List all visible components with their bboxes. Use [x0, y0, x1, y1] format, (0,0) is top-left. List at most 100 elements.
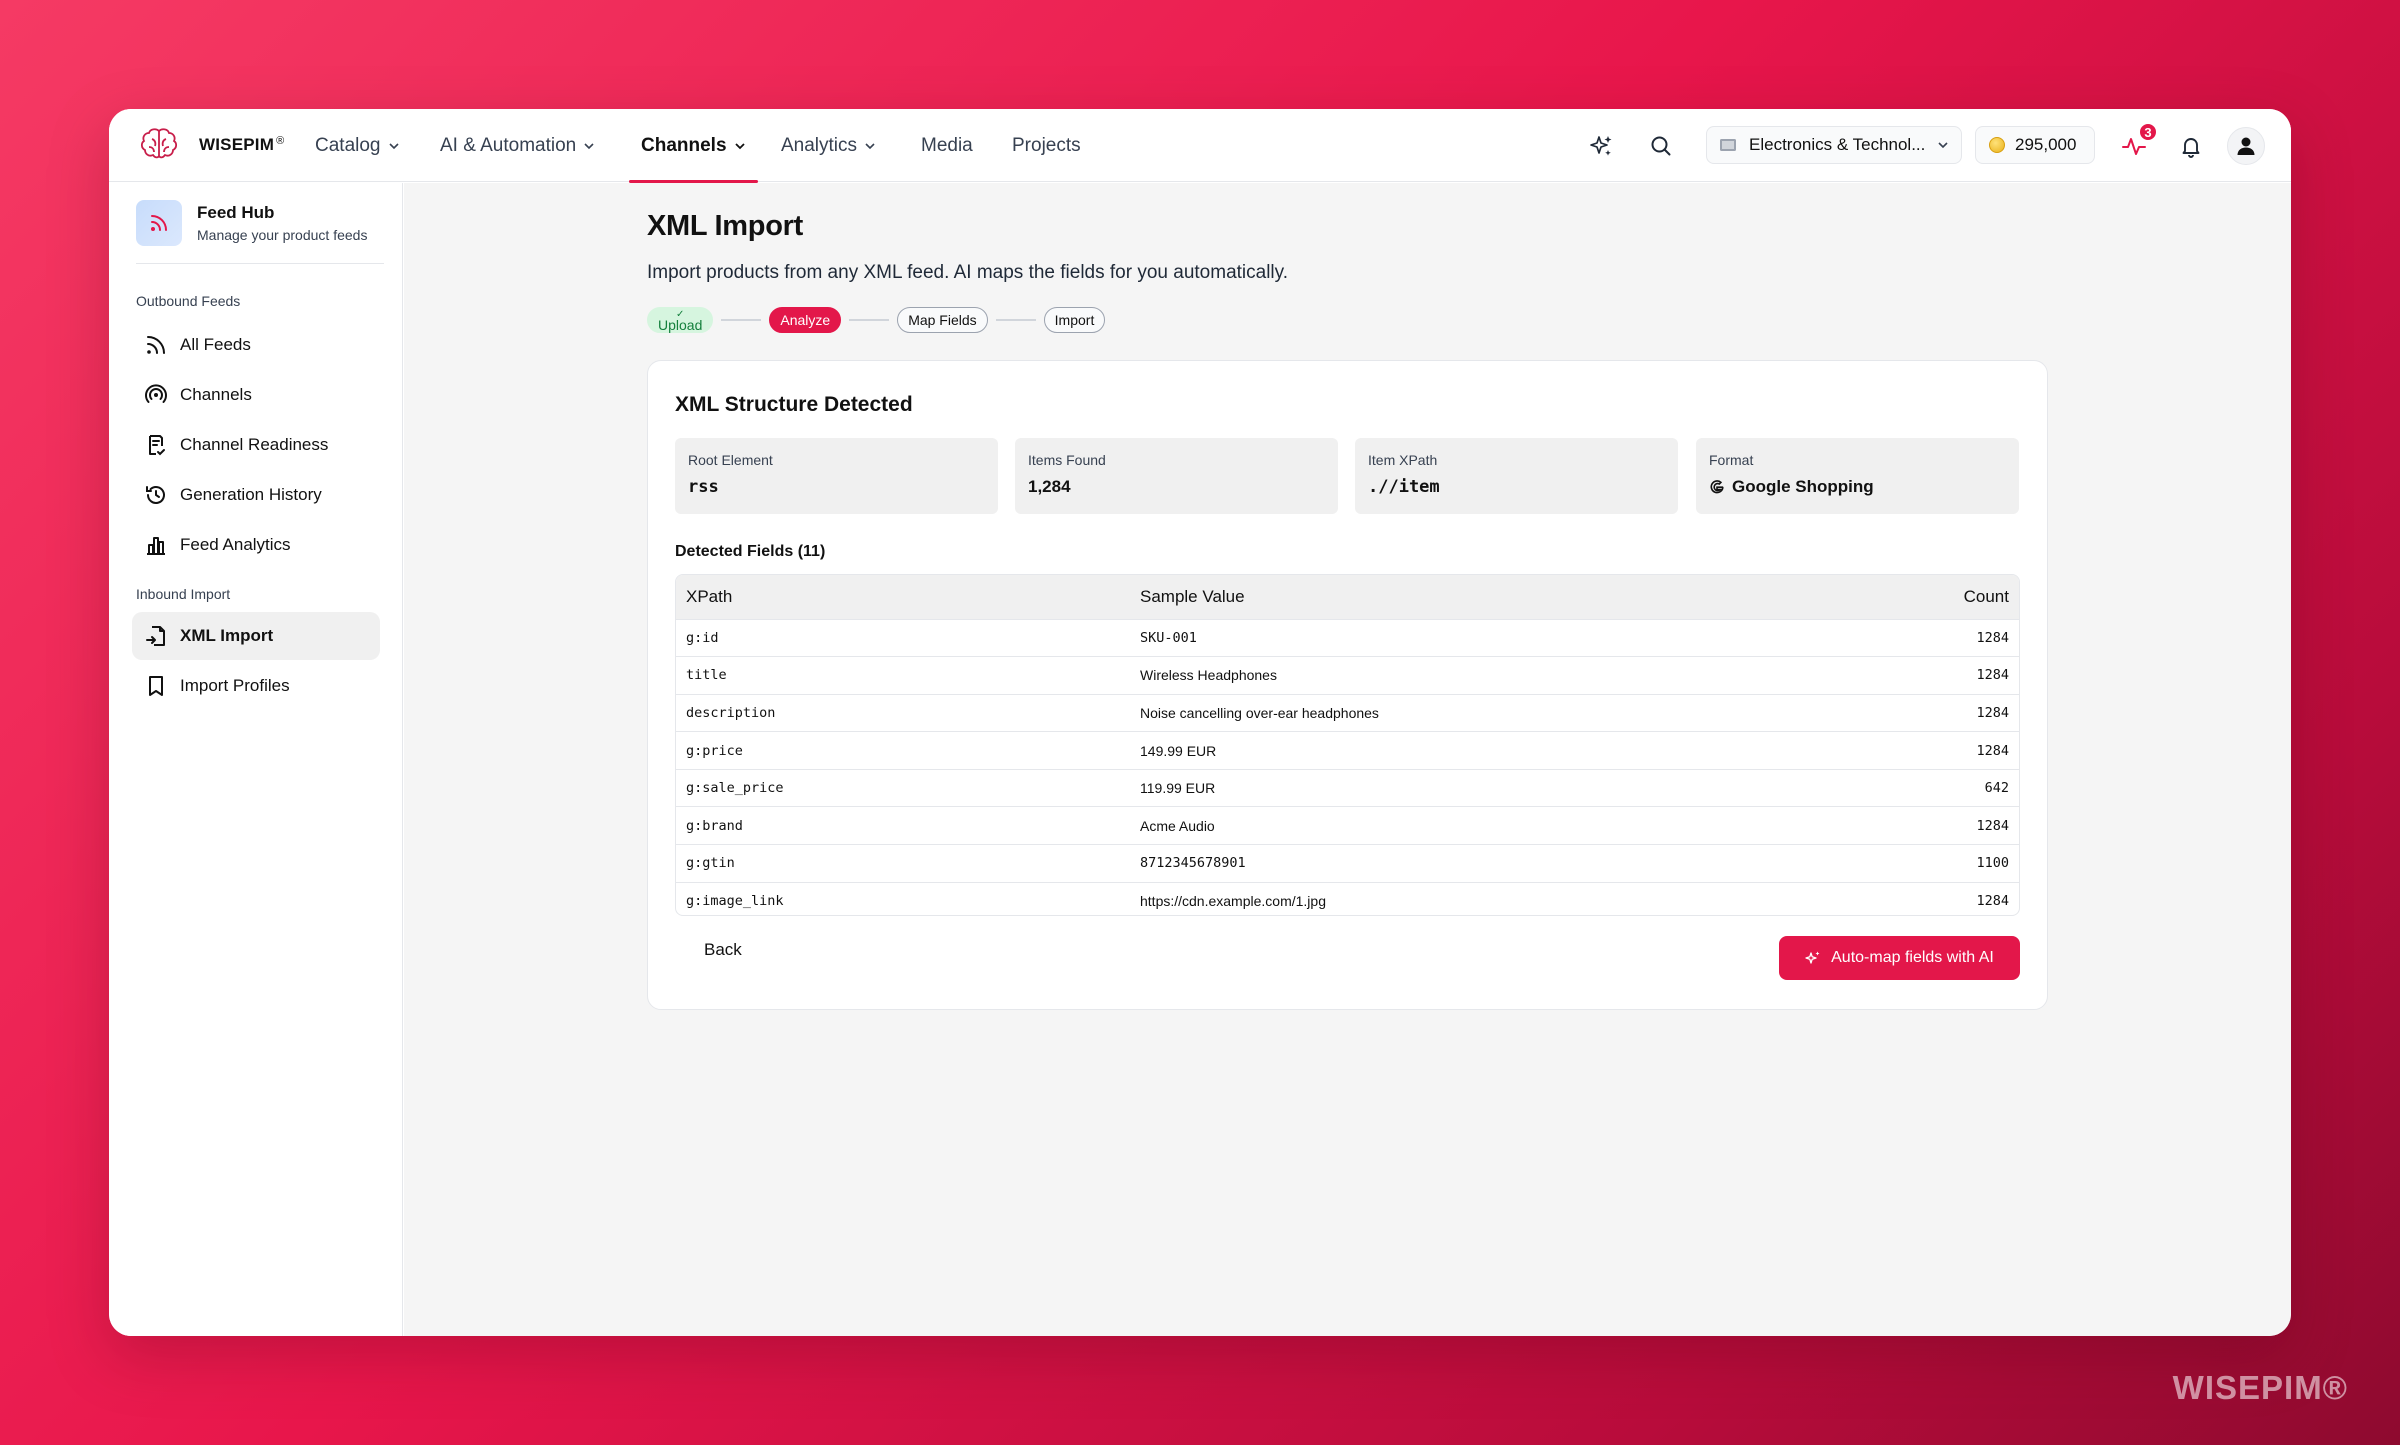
- section-label-inbound: Inbound Import: [136, 586, 231, 602]
- step-analyze[interactable]: Analyze: [769, 307, 842, 333]
- rss-icon: [147, 336, 165, 354]
- bell-icon: [2182, 138, 2200, 158]
- main-content: XML Import Import products from any XML …: [404, 183, 2291, 1336]
- table-row[interactable]: g:image_link https://cdn.example.com/1.j…: [676, 881, 2019, 915]
- nav-ai-automation[interactable]: AI & Automation: [440, 109, 595, 182]
- nav-media-label: Media: [921, 134, 973, 156]
- top-nav: WISEPIM ® Catalog AI & Automation Channel…: [109, 109, 2291, 183]
- detected-fields-heading: Detected Fields (11): [675, 543, 826, 560]
- cell-count: 1284: [1839, 693, 2019, 732]
- format-value: Google Shopping: [1732, 477, 1874, 496]
- cell-count: 1284: [1839, 731, 2019, 770]
- sidebar-item-all-feeds[interactable]: All Feeds: [132, 321, 380, 369]
- nav-catalog-label: Catalog: [315, 134, 381, 156]
- stat-item-xpath: Item XPath .//item: [1355, 438, 1678, 514]
- chevron-down-icon: [865, 142, 875, 149]
- table-row[interactable]: g:sale_price 119.99 EUR 642: [676, 768, 2019, 807]
- logo[interactable]: WISEPIM ®: [139, 127, 284, 163]
- column-header-count[interactable]: Count: [1839, 575, 2019, 619]
- step-label: Map Fields: [908, 312, 977, 328]
- folder-icon: [1720, 139, 1736, 151]
- detected-fields-table: XPath Sample Value Count g:id SKU-001 12…: [675, 574, 2020, 916]
- brand-name: WISEPIM ®: [199, 135, 285, 154]
- clipboard-check-icon: [149, 435, 165, 456]
- nav-projects[interactable]: Projects: [1012, 109, 1081, 182]
- sidebar-item-channels[interactable]: Channels: [132, 371, 380, 419]
- brain-logo-icon: [140, 128, 178, 159]
- step-connector: [721, 319, 762, 321]
- sidebar-item-import-profiles[interactable]: Import Profiles: [132, 662, 380, 710]
- step-upload[interactable]: ✓ Upload: [647, 307, 714, 333]
- cell-count: 642: [1839, 768, 2019, 807]
- cell-xpath: g:image_link: [676, 881, 1130, 915]
- sidebar-item-channel-readiness[interactable]: Channel Readiness: [132, 421, 380, 469]
- cell-xpath: g:sale_price: [676, 768, 1130, 807]
- nav-projects-label: Projects: [1012, 134, 1081, 156]
- ai-sparkle-button[interactable]: [1587, 132, 1615, 160]
- chevron-down-icon: [388, 142, 399, 149]
- activity-badge: 3: [2138, 122, 2158, 142]
- step-connector: [849, 319, 890, 321]
- cell-sample-value: SKU-001: [1130, 618, 1840, 657]
- activity-button[interactable]: 3: [2120, 122, 2158, 160]
- auto-map-ai-button[interactable]: Auto-map fields with AI: [1779, 936, 2020, 980]
- search-button[interactable]: [1647, 132, 1675, 160]
- nav-ai-automation-label: AI & Automation: [440, 134, 577, 156]
- brand-watermark: WISEPIM®: [2172, 1369, 2348, 1406]
- table-row[interactable]: g:price 149.99 EUR 1284: [676, 731, 2019, 770]
- sidebar-item-generation-history[interactable]: Generation History: [132, 471, 380, 519]
- step-import[interactable]: Import: [1043, 307, 1106, 333]
- page-title: XML Import: [647, 210, 803, 242]
- step-label: Import: [1054, 312, 1095, 328]
- stat-value-row: Google Shopping: [1709, 477, 2006, 497]
- table-row[interactable]: g:brand Acme Audio 1284: [676, 806, 2019, 845]
- page-subtitle: Import products from any XML feed. AI ma…: [647, 262, 1289, 283]
- stat-label: Item XPath: [1368, 452, 1438, 468]
- auto-map-ai-label: Auto-map fields with AI: [1831, 949, 1994, 966]
- cell-sample-value: 8712345678901: [1130, 844, 1840, 883]
- step-map-fields[interactable]: Map Fields: [897, 307, 988, 333]
- brand-reg-mark: ®: [276, 135, 285, 147]
- step-connector: [995, 319, 1036, 321]
- cell-count: 1284: [1839, 881, 2019, 915]
- cell-sample-value: Acme Audio: [1130, 806, 1840, 845]
- workspace-selector[interactable]: Electronics & Technol...: [1706, 126, 1962, 164]
- stat-value: rss: [688, 477, 719, 497]
- nav-catalog[interactable]: Catalog: [315, 109, 400, 182]
- sidebar-item-label: XML Import: [180, 626, 274, 645]
- chevron-down-icon: [1938, 142, 1948, 149]
- history-icon: [146, 486, 165, 504]
- cell-xpath: g:gtin: [676, 844, 1130, 883]
- nav-channels[interactable]: Channels: [629, 109, 758, 183]
- import-stepper: ✓ Upload Analyze Map Fields Import: [647, 305, 1106, 335]
- credits-value: 295,000: [2015, 135, 2077, 154]
- sidebar-item-label: All Feeds: [180, 335, 251, 354]
- cell-sample-value: 119.99 EUR: [1130, 768, 1840, 807]
- cell-count: 1284: [1839, 618, 2019, 657]
- section-label-outbound: Outbound Feeds: [136, 293, 241, 309]
- sidebar-item-feed-analytics[interactable]: Feed Analytics: [132, 521, 380, 569]
- google-icon: [1710, 480, 1724, 494]
- nav-analytics[interactable]: Analytics: [781, 109, 876, 182]
- cell-xpath: description: [676, 693, 1130, 732]
- sidebar-item-label: Import Profiles: [180, 676, 290, 695]
- table-row[interactable]: g:id SKU-001 1284: [676, 618, 2019, 657]
- credits-balance[interactable]: 295,000: [1975, 126, 2095, 164]
- back-button[interactable]: Back: [690, 928, 756, 972]
- notifications-button[interactable]: [2177, 132, 2205, 160]
- table-row[interactable]: description Noise cancelling over-ear he…: [676, 693, 2019, 732]
- chevron-down-icon: [584, 142, 594, 149]
- app-window: WISEPIM ® Catalog AI & Automation Channel…: [109, 109, 2291, 1336]
- table-row[interactable]: g:gtin 8712345678901 1100: [676, 844, 2019, 883]
- column-header-xpath[interactable]: XPath: [676, 575, 1130, 619]
- search-icon: [1651, 136, 1671, 156]
- column-header-sample-value[interactable]: Sample Value: [1130, 575, 1840, 619]
- cell-count: 1100: [1839, 844, 2019, 883]
- table-row[interactable]: title Wireless Headphones 1284: [676, 656, 2019, 695]
- table-header-row: XPath Sample Value Count: [676, 575, 2019, 619]
- sidebar-item-xml-import[interactable]: XML Import: [132, 612, 380, 660]
- xml-structure-card: XML Structure Detected Root Element rss …: [647, 360, 2048, 1010]
- nav-media[interactable]: Media: [921, 109, 973, 182]
- cell-xpath: g:price: [676, 731, 1130, 770]
- user-avatar[interactable]: [2227, 127, 2265, 165]
